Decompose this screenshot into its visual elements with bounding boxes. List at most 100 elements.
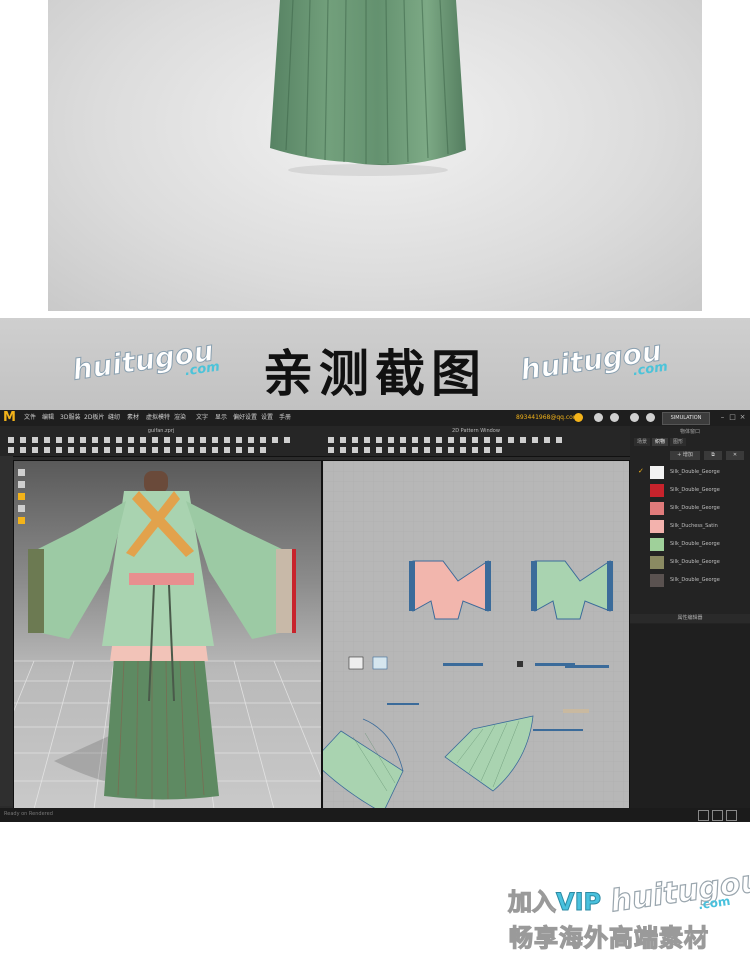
tool-icon	[104, 447, 110, 453]
clo3d-app-window: M 文件 编辑 3D服装 2D板片 缝纫 素材 虚拟模特 渲染 文字 显示 偏好…	[0, 410, 750, 822]
tool-icon	[272, 437, 278, 443]
tool-icon	[128, 447, 134, 453]
tool-icon	[56, 447, 62, 453]
tool-icon	[80, 447, 86, 453]
tool-icon	[200, 447, 206, 453]
menu-item[interactable]: 素材	[127, 413, 139, 423]
minimize-icon[interactable]: –	[718, 412, 727, 423]
user-icon[interactable]	[610, 413, 619, 422]
tool-icon	[400, 447, 406, 453]
footer-join-text: 加入	[507, 887, 556, 916]
footer-join-vip: 加入VIP	[507, 882, 601, 917]
property-editor-header: 属性编辑器	[630, 614, 750, 623]
fabric-item[interactable]: Silk_Duchess_Satin	[630, 518, 750, 535]
tool-icon	[364, 447, 370, 453]
fabric-name: Silk_Double_George	[670, 541, 720, 547]
tool-icon	[8, 447, 14, 453]
viewport-tool-icon[interactable]	[18, 469, 25, 476]
menu-item[interactable]: 3D服装	[60, 413, 80, 423]
copy-button[interactable]: ⧉	[704, 451, 722, 460]
tool-icon	[68, 437, 74, 443]
tab-fabric[interactable]: 织物	[652, 438, 669, 446]
layout-icon[interactable]	[712, 810, 723, 821]
fabric-swatch	[650, 538, 664, 551]
fabric-swatch	[650, 574, 664, 587]
property-editor[interactable]	[630, 624, 750, 808]
cloud-icon[interactable]	[574, 413, 583, 422]
menu-item[interactable]: 编辑	[42, 413, 54, 423]
tool-icon	[224, 437, 230, 443]
viewport-tool-icon[interactable]	[18, 481, 25, 488]
menu-item[interactable]: 手册	[279, 413, 291, 423]
tool-icon	[328, 447, 334, 453]
panel-header: 物体窗口	[679, 429, 700, 435]
tool-icon	[8, 437, 14, 443]
menu-item[interactable]: 文字	[196, 413, 208, 423]
menu-item[interactable]: 缝纫	[108, 413, 120, 423]
left-side-strip	[0, 456, 13, 806]
viewport-tool-icon[interactable]	[18, 517, 25, 524]
tool-icon	[140, 447, 146, 453]
settings-icon[interactable]	[646, 413, 655, 422]
viewport-tool-icon[interactable]	[18, 493, 25, 500]
fabric-swatch	[650, 556, 664, 569]
tool-icon	[212, 447, 218, 453]
menu-item[interactable]: 偏好设置	[233, 413, 257, 423]
tool-icon	[520, 437, 526, 443]
menu-item[interactable]: 2D板片	[84, 413, 104, 423]
menu-item[interactable]: 设置	[261, 413, 273, 423]
tool-icon	[532, 437, 538, 443]
tool-icon	[152, 437, 158, 443]
tool-icon	[328, 437, 334, 443]
fabric-swatch	[650, 484, 664, 497]
tool-icon	[128, 437, 134, 443]
simulation-button[interactable]: SIMULATION	[662, 412, 710, 425]
fabric-item[interactable]: Silk_Double_George	[630, 536, 750, 553]
fabric-swatch	[650, 466, 664, 479]
fabric-name: Silk_Double_George	[670, 559, 720, 565]
fabric-item[interactable]: Silk_Double_George	[630, 500, 750, 517]
delete-button[interactable]: ✕	[726, 451, 744, 460]
help-icon[interactable]	[630, 413, 639, 422]
add-fabric-button[interactable]: + 增加	[670, 451, 700, 460]
viewport-2d-pattern[interactable]	[322, 460, 630, 810]
menu-item[interactable]: 显示	[215, 413, 227, 423]
tool-icon	[352, 447, 358, 453]
tool-icon	[44, 437, 50, 443]
maximize-icon[interactable]: □	[728, 412, 737, 423]
menu-item[interactable]: 文件	[24, 413, 36, 423]
tool-icon	[388, 447, 394, 453]
tool-icon	[460, 447, 466, 453]
account-label[interactable]: 893441968@qq.com	[516, 413, 579, 423]
garment-render-preview	[48, 0, 702, 311]
viewport-3d[interactable]	[13, 460, 322, 810]
tool-icon	[508, 437, 514, 443]
fabric-item[interactable]: Silk_Double_George	[630, 572, 750, 589]
menu-bar: M 文件 编辑 3D服装 2D板片 缝纫 素材 虚拟模特 渲染 文字 显示 偏好…	[0, 410, 750, 426]
tool-icon	[448, 447, 454, 453]
fabric-item[interactable]: Silk_Double_George	[630, 482, 750, 499]
fabric-item[interactable]: ✓ Silk_Double_George	[630, 464, 750, 481]
menu-item[interactable]: 虚拟模特	[146, 413, 170, 423]
tool-icon	[212, 437, 218, 443]
close-icon[interactable]: ×	[738, 412, 747, 423]
tool-icon	[20, 447, 26, 453]
fabric-item[interactable]: Silk_Double_George	[630, 554, 750, 571]
menu-item[interactable]: 渲染	[174, 413, 186, 423]
tool-icon	[236, 437, 242, 443]
tool-icon	[484, 437, 490, 443]
tool-icon	[352, 437, 358, 443]
layout-icon[interactable]	[726, 810, 737, 821]
tool-icon	[164, 447, 170, 453]
tool-icon	[424, 447, 430, 453]
section-banner: huitugou .com 亲测截图 huitugou .com	[0, 318, 750, 410]
tool-icon	[472, 437, 478, 443]
tool-icon	[484, 447, 490, 453]
tab-graphic[interactable]: 图形	[670, 438, 687, 446]
tab-3d-title: guifan.zprj	[147, 428, 175, 434]
speaker-icon[interactable]	[594, 413, 603, 422]
layout-icon[interactable]	[698, 810, 709, 821]
viewport-tool-icon[interactable]	[18, 505, 25, 512]
tool-icon	[56, 437, 62, 443]
tab-scene[interactable]: 场景	[634, 438, 651, 446]
